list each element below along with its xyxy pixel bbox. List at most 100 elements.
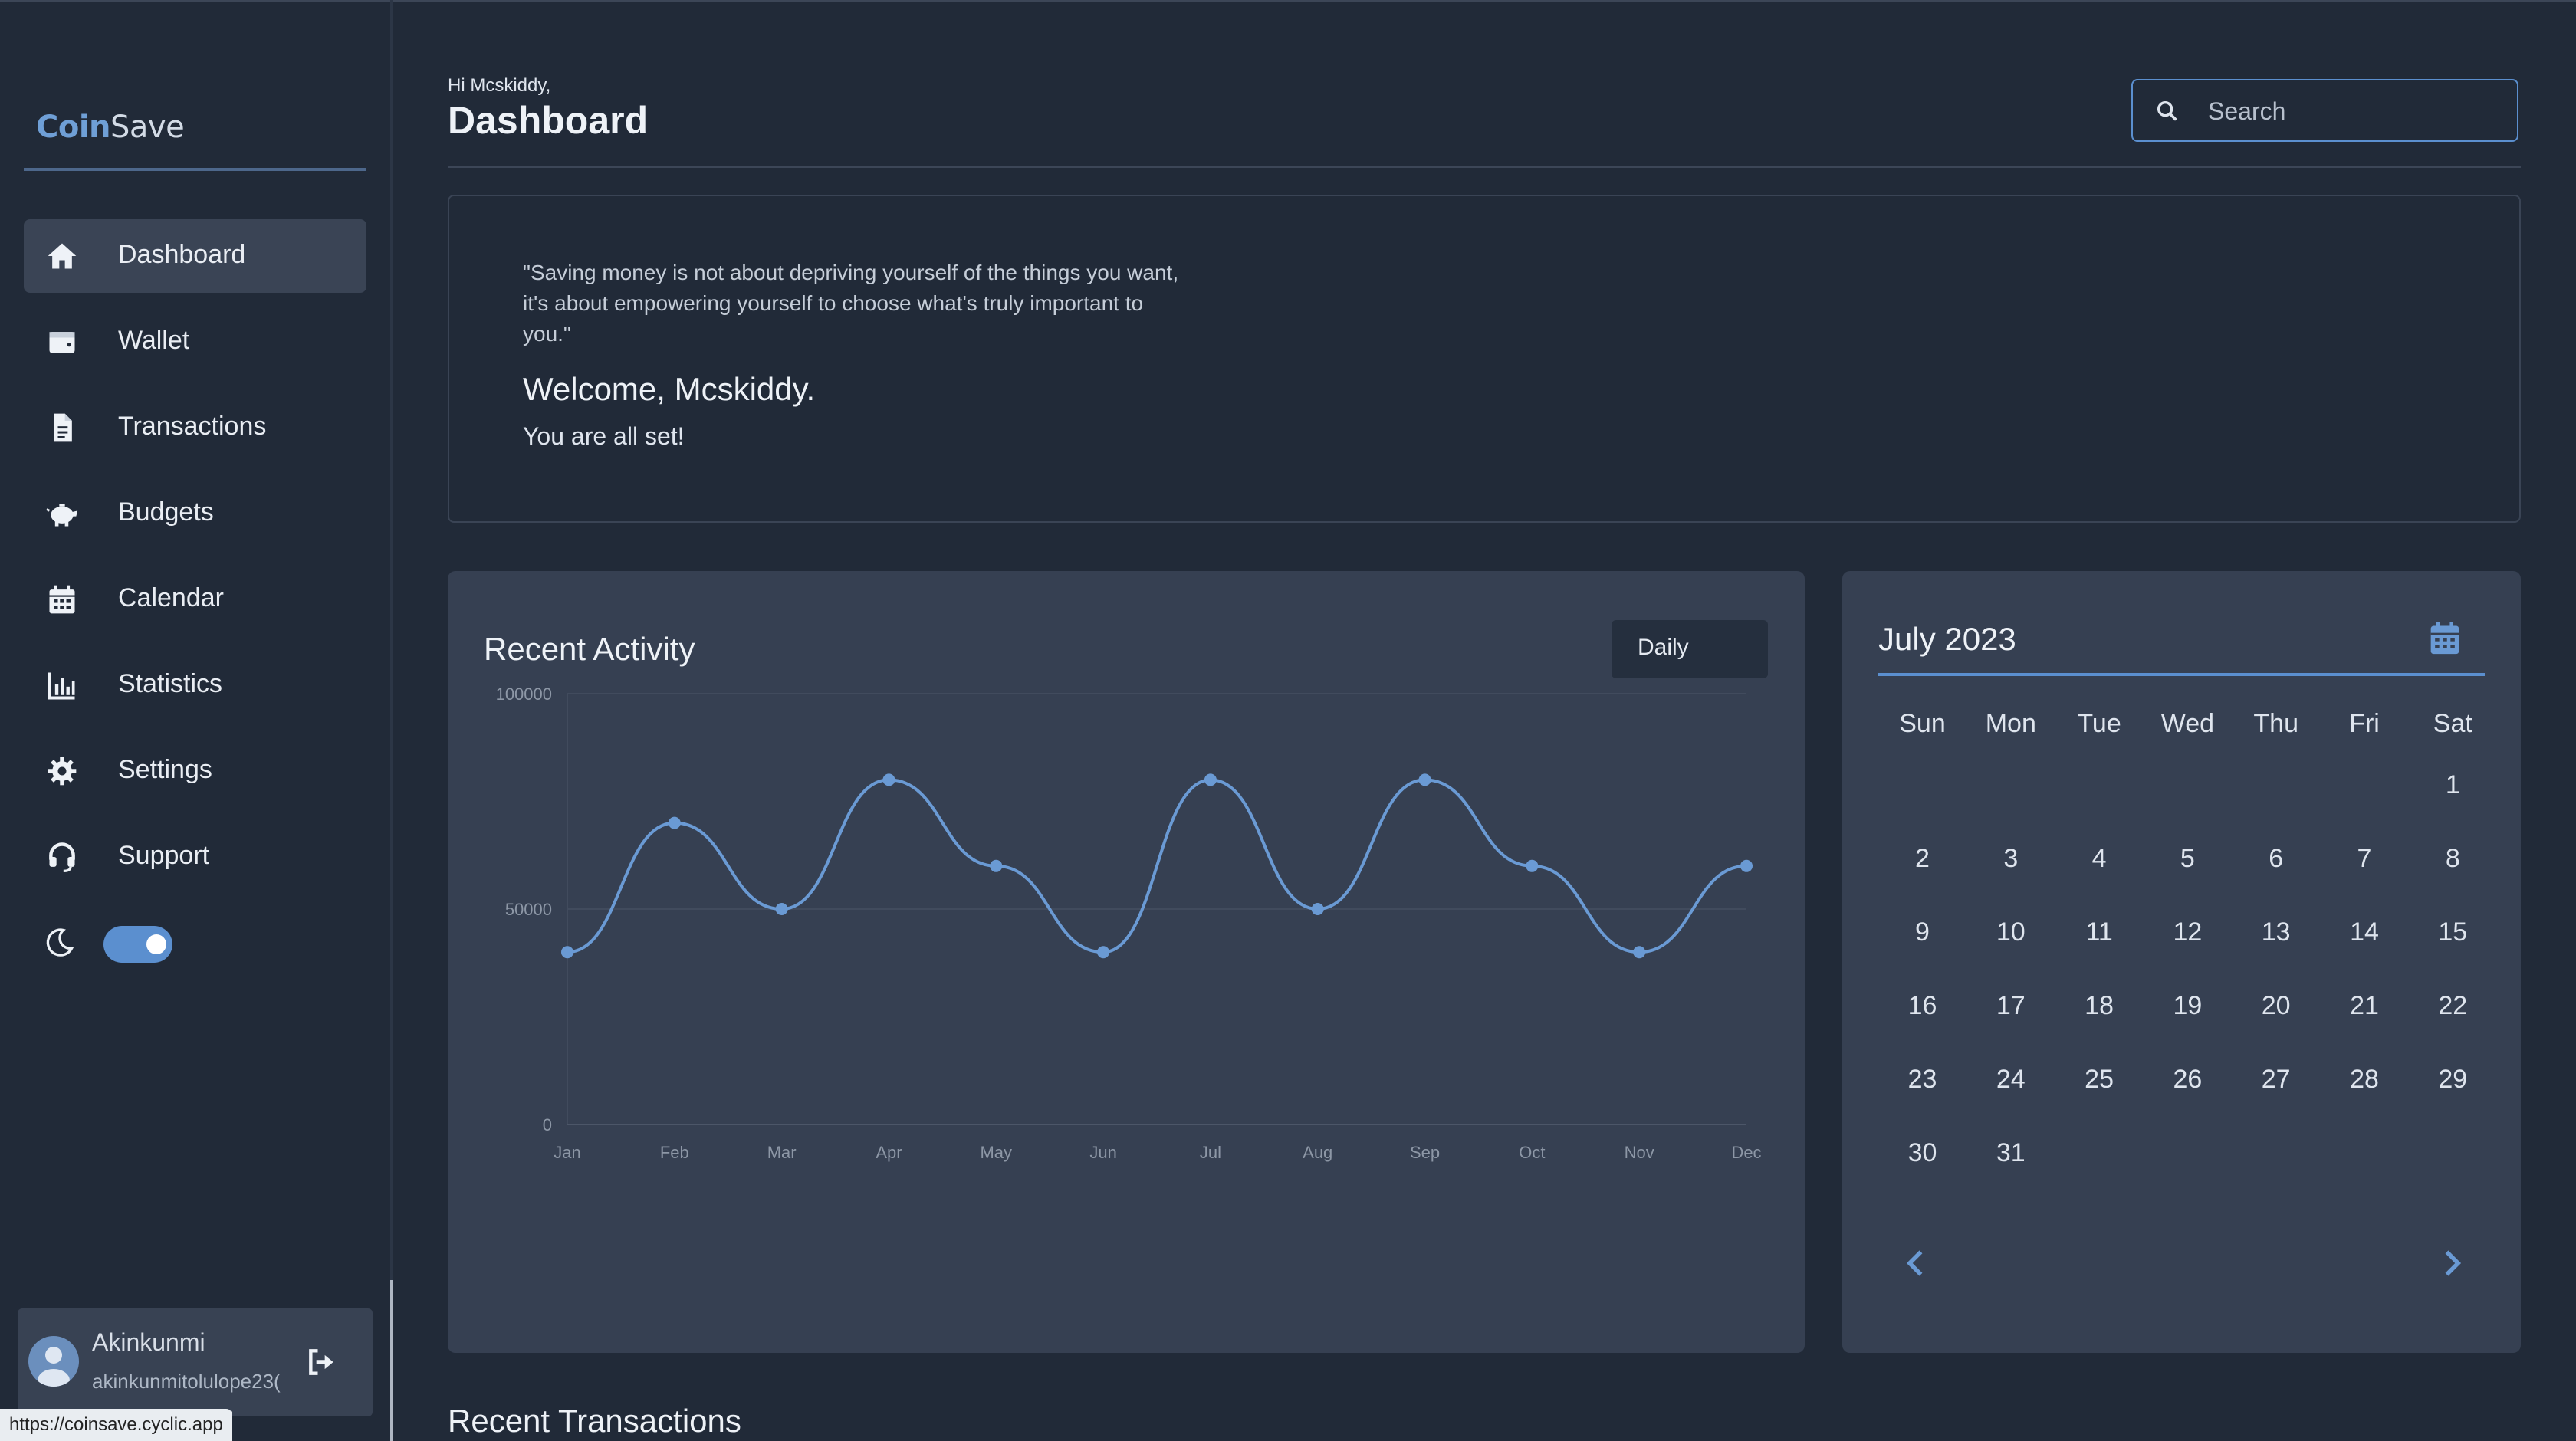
chart-y-tick-label: 50000 [505,900,552,919]
chart-data-point [1204,773,1217,786]
sidebar-item-statistics[interactable]: Statistics [24,648,366,722]
calendar-day[interactable]: 13 [2232,917,2320,947]
sidebar-item-budgets[interactable]: Budgets [24,477,366,550]
calendar-day[interactable]: 7 [2321,844,2409,874]
sidebar-item-settings[interactable]: Settings [24,734,366,808]
wallet-icon [49,332,75,353]
calendar-day[interactable]: 31 [1967,1138,2055,1168]
calendar-day[interactable]: 8 [2409,844,2497,874]
sidebar-item-label: Calendar [118,583,224,612]
calendar-day[interactable]: 12 [2144,917,2232,947]
chart-x-tick-label: Apr [876,1143,902,1162]
sidebar-item-label: Budgets [118,497,214,527]
calendar-day[interactable]: 14 [2321,917,2409,947]
sidebar-item-wallet[interactable]: Wallet [24,305,366,379]
calendar-day[interactable]: 23 [1878,1065,1967,1095]
sidebar-item-dashboard[interactable]: Dashboard [24,219,366,293]
user-card: Akinkunmi akinkunmitolulope23( [18,1308,373,1416]
chart-data-point [1740,859,1753,872]
calendar-weekday-header: Mon [1985,709,2036,738]
sidebar-item-transactions[interactable]: Transactions [24,391,366,464]
logo-coin: Coin [36,110,111,145]
calendar-day[interactable]: 15 [2409,917,2497,947]
activity-chart: 0 50000 100000 Jan Feb Mar Apr May Jun Jul Aug Sep O… [496,684,1762,1162]
chart-data-point [561,946,573,959]
calendar-day[interactable]: 3 [1967,844,2055,874]
recent-transactions-title: Recent Transactions [448,1403,741,1439]
logout-icon[interactable] [304,1345,340,1379]
user-email: akinkunmitolulope23( [92,1370,281,1393]
status-bar-url: https://coinsave.cyclic.app [0,1409,232,1441]
calendar-month-title: July 2023 [1878,621,2016,657]
calendar-day[interactable]: 11 [2055,917,2144,947]
logo-save: Save [110,110,185,145]
user-name: Akinkunmi [92,1328,205,1356]
calendar-weekday-header: Wed [2160,709,2215,738]
chart-data-point [668,816,681,829]
chart-y-tick-label: 100000 [496,684,552,704]
search-input[interactable] [2206,91,2501,131]
calendar-day[interactable]: 28 [2321,1065,2409,1095]
search-box[interactable] [2131,79,2518,142]
calendar-day[interactable]: 24 [1967,1065,2055,1095]
theme-toggle[interactable] [104,926,172,963]
greeting: Hi Mcskiddy, [448,75,551,96]
toggle-knob [146,934,166,954]
piggy-bank-icon [46,504,78,527]
calendar-weekday-header: Tue [2077,709,2121,738]
chart-y-tick-label: 0 [543,1115,552,1134]
sidebar-divider-lower [390,1280,393,1441]
page-title: Dashboard [448,99,649,142]
calendar-day[interactable]: 1 [2409,770,2497,800]
sidebar-item-label: Transactions [118,412,267,441]
calendar-day[interactable]: 30 [1878,1138,1967,1168]
header-divider [448,166,2521,168]
welcome-title: Welcome, Mcskiddy. [523,371,816,407]
sidebar: CoinSave Dashboard Wallet Transactions B… [0,2,391,1441]
chart-series-line [567,778,1747,954]
chart-data-point [775,903,788,915]
calendar-day[interactable]: 2 [1878,844,1967,874]
chevron-right-icon[interactable] [2434,1244,2468,1282]
chart-x-tick-label: Oct [1519,1143,1545,1162]
sidebar-item-label: Settings [118,755,212,784]
chart-data-point [1633,946,1646,959]
sidebar-item-label: Dashboard [118,240,246,269]
chart-x-tick-label: Mar [767,1143,797,1162]
calendar-day[interactable]: 29 [2409,1065,2497,1095]
calendar-day[interactable]: 16 [1878,991,1967,1021]
app-logo[interactable]: CoinSave [36,110,185,145]
calendar-icon [49,585,75,614]
calendar-day[interactable]: 6 [2232,844,2320,874]
calendar-icon[interactable] [2428,620,2462,657]
calendar-weekday-header: Thu [2253,709,2298,738]
calendar-day[interactable]: 20 [2232,991,2320,1021]
calendar-day[interactable]: 4 [2055,844,2144,874]
sidebar-item-support[interactable]: Support [24,820,366,894]
calendar-day[interactable]: 18 [2055,991,2144,1021]
sidebar-item-calendar[interactable]: Calendar [24,563,366,636]
calendar-day[interactable]: 19 [2144,991,2232,1021]
chart-data-point [1097,946,1110,959]
chart-x-tick-label: Dec [1731,1143,1761,1162]
bar-chart-icon [48,672,75,700]
calendar-day[interactable]: 22 [2409,991,2497,1021]
calendar-day[interactable]: 9 [1878,917,1967,947]
calendar-day[interactable]: 17 [1967,991,2055,1021]
chart-x-tick-label: Jul [1200,1143,1221,1162]
chart-data-point [1311,903,1324,915]
saving-quote: "Saving money is not about depriving you… [523,261,1179,346]
calendar-day[interactable]: 26 [2144,1065,2232,1095]
chart-data-point [990,859,1003,872]
calendar-day[interactable]: 27 [2232,1065,2320,1095]
calendar-day[interactable]: 25 [2055,1065,2144,1095]
chart-x-tick-label: Feb [660,1143,689,1162]
chart-x-tick-label: Nov [1625,1143,1654,1162]
logo-divider [24,168,366,171]
calendar-day[interactable]: 21 [2321,991,2409,1021]
calendar-day[interactable]: 5 [2144,844,2232,874]
avatar[interactable] [28,1336,79,1387]
chart-x-tick-label: Jun [1089,1143,1116,1162]
chevron-left-icon[interactable] [1900,1244,1934,1282]
calendar-day[interactable]: 10 [1967,917,2055,947]
